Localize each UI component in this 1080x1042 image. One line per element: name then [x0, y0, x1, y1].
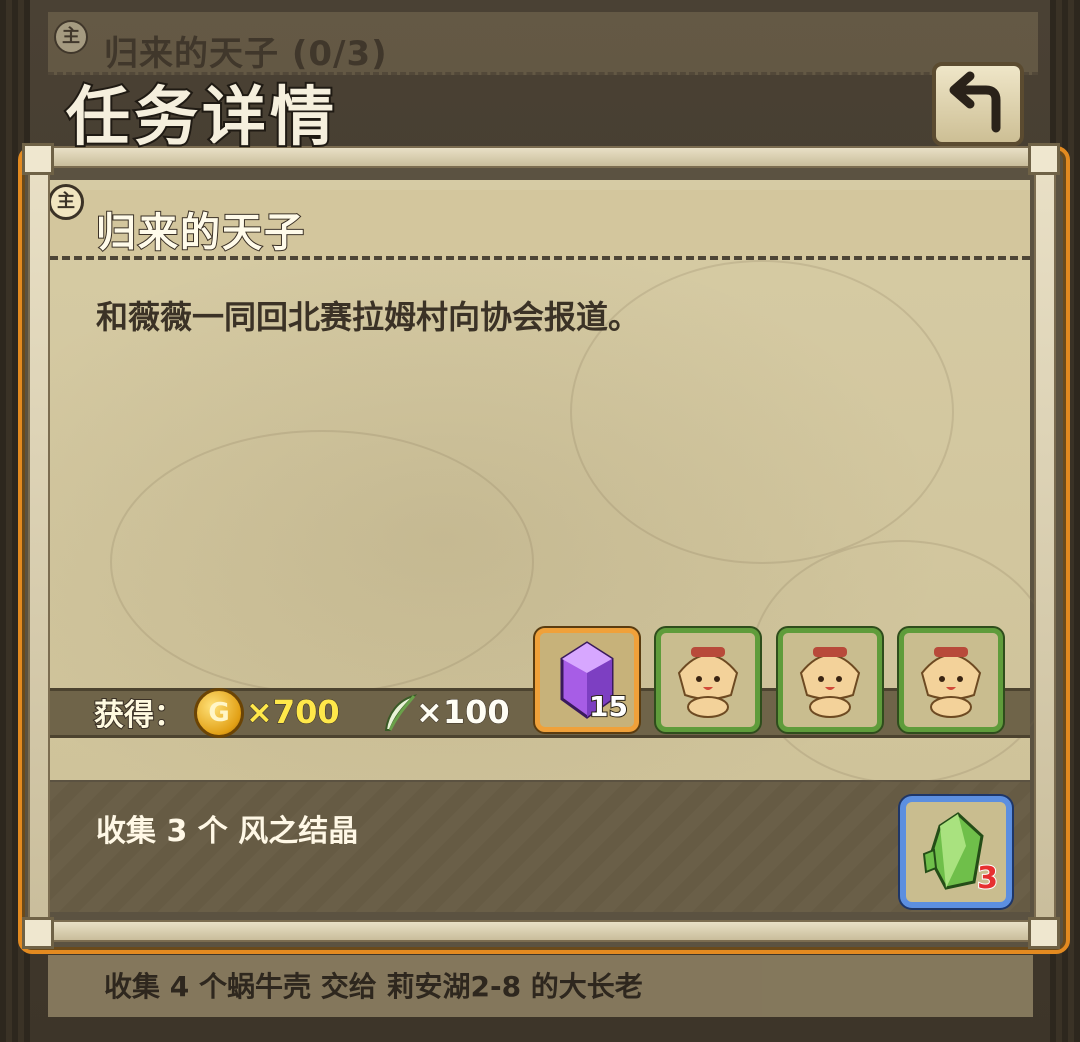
frame-corner [22, 143, 54, 175]
frame-rail-right [1034, 150, 1056, 940]
main-quest-badge: 主 [54, 20, 88, 54]
quest-description: 和薇薇一同回北赛拉姆村向协会报道。 [96, 298, 641, 336]
frame-rail-bottom [30, 920, 1052, 942]
reward-item-purple-crystal[interactable]: 15 [535, 628, 639, 732]
reward-label: 获得： [93, 697, 185, 734]
main-quest-badge: 主 [48, 184, 84, 220]
mushroom-character-icon [920, 647, 982, 718]
feather-amount: ×100 [416, 693, 511, 732]
reward-item-mushroom-3[interactable] [899, 628, 1003, 732]
reward-item-mushroom-2[interactable] [778, 628, 882, 732]
frame-corner [1028, 143, 1060, 175]
back-button[interactable] [932, 62, 1024, 146]
quest-name: 归来的天子 [95, 209, 306, 257]
frame-corner [22, 917, 54, 949]
gold-coin-icon: G [194, 688, 244, 738]
mushroom-character-icon [799, 647, 861, 718]
item-quantity: 15 [588, 689, 629, 724]
next-quest-item[interactable]: 收集 4 个蜗牛壳 交给 莉安湖2-8 的大长老 [48, 955, 1033, 1017]
frame-corner [1028, 917, 1060, 949]
item-quantity: 3 [976, 860, 999, 897]
feather-icon [384, 694, 418, 731]
mushroom-character-icon [677, 647, 739, 718]
window-title: 任务详情 [64, 78, 338, 157]
reward-item-mushroom-1[interactable] [656, 628, 760, 732]
coin-amount: ×700 [246, 693, 341, 732]
frame-rail-left [28, 150, 50, 940]
return-arrow-icon [949, 71, 1001, 133]
objective-item-green-crystal[interactable]: 3 [900, 796, 1012, 908]
objective-text: 收集 3 个 风之结晶 [96, 814, 359, 849]
next-quest-text: 收集 4 个蜗牛壳 交给 莉安湖2-8 的大长老 [104, 970, 643, 1003]
